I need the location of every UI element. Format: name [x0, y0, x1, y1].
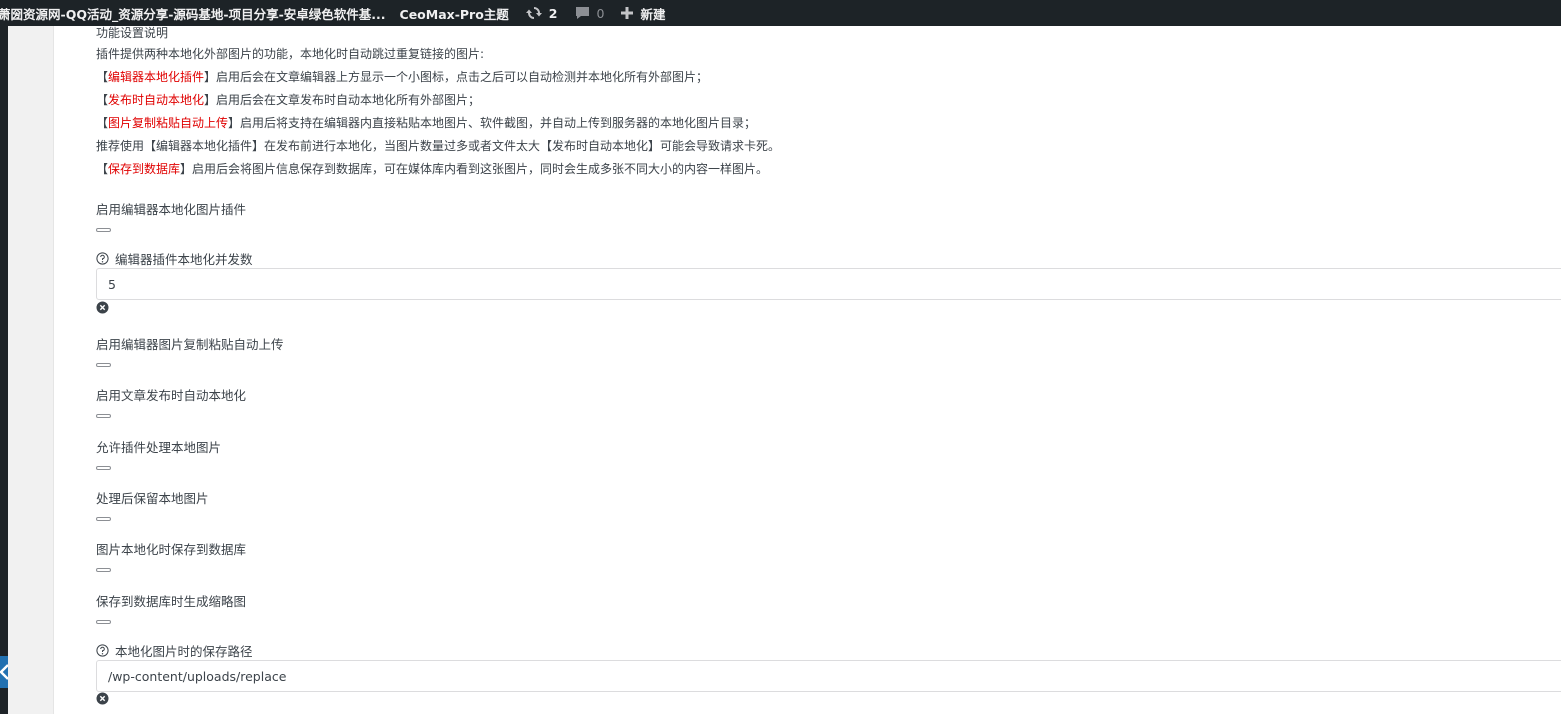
enable-editor-plugin-label: 启用编辑器本地化图片插件	[96, 202, 247, 217]
description-intro: 插件提供两种本地化外部图片的功能，本地化时自动跳过重复链接的图片:	[96, 47, 485, 61]
updates-count: 2	[548, 5, 558, 21]
help-icon[interactable]	[96, 252, 109, 265]
feature-name: 编辑器本地化插件	[108, 70, 205, 84]
concurrency-label: 编辑器插件本地化并发数	[96, 249, 253, 268]
updates-icon	[525, 7, 542, 19]
description-item-publish-localize: 【发布时自动本地化】启用后会在文章发布时自动本地化所有外部图片；	[96, 89, 780, 112]
enable-paste-upload-label: 启用编辑器图片复制粘贴自动上传	[96, 337, 284, 352]
feature-text: 启用后将支持在编辑器内直接粘贴本地图片、软件截图，并自动上传到服务器的本地化图片…	[240, 116, 757, 130]
save-path-label-text: 本地化图片时的保存路径	[115, 644, 253, 659]
feature-name: 保存到数据库	[108, 162, 181, 176]
feature-text: 启用后会在文章编辑器上方显示一个小图标，点击之后可以自动检测并本地化所有外部图片…	[216, 70, 709, 84]
allow-local-images-toggle[interactable]	[96, 466, 111, 470]
bracket-close: 】	[228, 116, 241, 130]
generate-thumbnails-toggle[interactable]	[96, 620, 111, 624]
feature-name: 发布时自动本地化	[108, 93, 205, 107]
description-recommend: 推荐使用【编辑器本地化插件】在发布前进行本地化，当图片数量过多或者文件太大【发布…	[96, 139, 781, 153]
new-label: 新建	[640, 6, 666, 22]
description-item-save-db: 【保存到数据库】启用后会将图片信息保存到数据库，可在媒体库内看到这张图片，同时会…	[96, 158, 780, 181]
enable-publish-localize-toggle[interactable]	[96, 414, 111, 418]
clear-icon[interactable]	[96, 301, 109, 314]
feature-text: 启用后会将图片信息保存到数据库，可在媒体库内看到这张图片，同时会生成多张不同大小…	[192, 162, 769, 176]
concurrency-label-text: 编辑器插件本地化并发数	[115, 252, 253, 267]
keep-local-images-label: 处理后保留本地图片	[96, 491, 209, 506]
save-to-db-label: 图片本地化时保存到数据库	[96, 542, 247, 557]
options-nav-gutter	[8, 26, 54, 714]
theme-link[interactable]: CeoMax-Pro主题	[400, 4, 509, 23]
settings-panel: 功能设置说明 插件提供两种本地化外部图片的功能，本地化时自动跳过重复链接的图片:…	[54, 26, 1561, 714]
plus-icon	[621, 7, 634, 19]
keep-local-images-toggle[interactable]	[96, 517, 111, 521]
bracket-open: 【	[96, 162, 109, 176]
enable-publish-localize-label: 启用文章发布时自动本地化	[96, 388, 247, 403]
enable-editor-plugin-toggle[interactable]	[96, 228, 111, 232]
save-path-label: 本地化图片时的保存路径	[96, 641, 253, 660]
save-path-input[interactable]	[96, 660, 1561, 692]
feature-name: 图片复制粘贴自动上传	[108, 116, 229, 130]
bracket-open: 【	[96, 93, 109, 107]
feature-description: 功能设置说明 插件提供两种本地化外部图片的功能，本地化时自动跳过重复链接的图片:…	[96, 26, 780, 181]
comments-count: 0	[596, 5, 605, 21]
updates-link[interactable]: 2	[525, 5, 558, 21]
new-content-link[interactable]: 新建	[620, 4, 665, 23]
save-to-db-toggle[interactable]	[96, 568, 111, 572]
enable-paste-upload-toggle[interactable]	[96, 363, 111, 367]
comment-icon	[575, 7, 589, 19]
clear-icon[interactable]	[96, 692, 109, 705]
bracket-open: 【	[96, 116, 109, 130]
description-title: 功能设置说明	[96, 26, 169, 40]
admin-bar: 萧圀资源网-QQ活动_资源分享-源码基地-项目分享-安卓绿色软件基... Ceo…	[0, 0, 1561, 26]
generate-thumbnails-label: 保存到数据库时生成缩略图	[96, 594, 247, 609]
bracket-open: 【	[96, 70, 109, 84]
admin-menu-edge	[0, 26, 8, 714]
feature-text: 启用后会在文章发布时自动本地化所有外部图片；	[216, 93, 481, 107]
description-item-paste-upload: 【图片复制粘贴自动上传】启用后将支持在编辑器内直接粘贴本地图片、软件截图，并自动…	[96, 112, 780, 135]
allow-local-images-label: 允许插件处理本地图片	[96, 440, 222, 455]
help-icon[interactable]	[96, 644, 109, 657]
bracket-close: 】	[204, 93, 217, 107]
description-item-editor-plugin: 【编辑器本地化插件】启用后会在文章编辑器上方显示一个小图标，点击之后可以自动检测…	[96, 66, 780, 89]
concurrency-input[interactable]	[96, 268, 1561, 300]
comments-link[interactable]: 0	[574, 5, 605, 21]
bracket-close: 】	[204, 70, 217, 84]
bracket-close: 】	[180, 162, 193, 176]
site-title-link[interactable]: 萧圀资源网-QQ活动_资源分享-源码基地-项目分享-安卓绿色软件基...	[0, 4, 386, 23]
